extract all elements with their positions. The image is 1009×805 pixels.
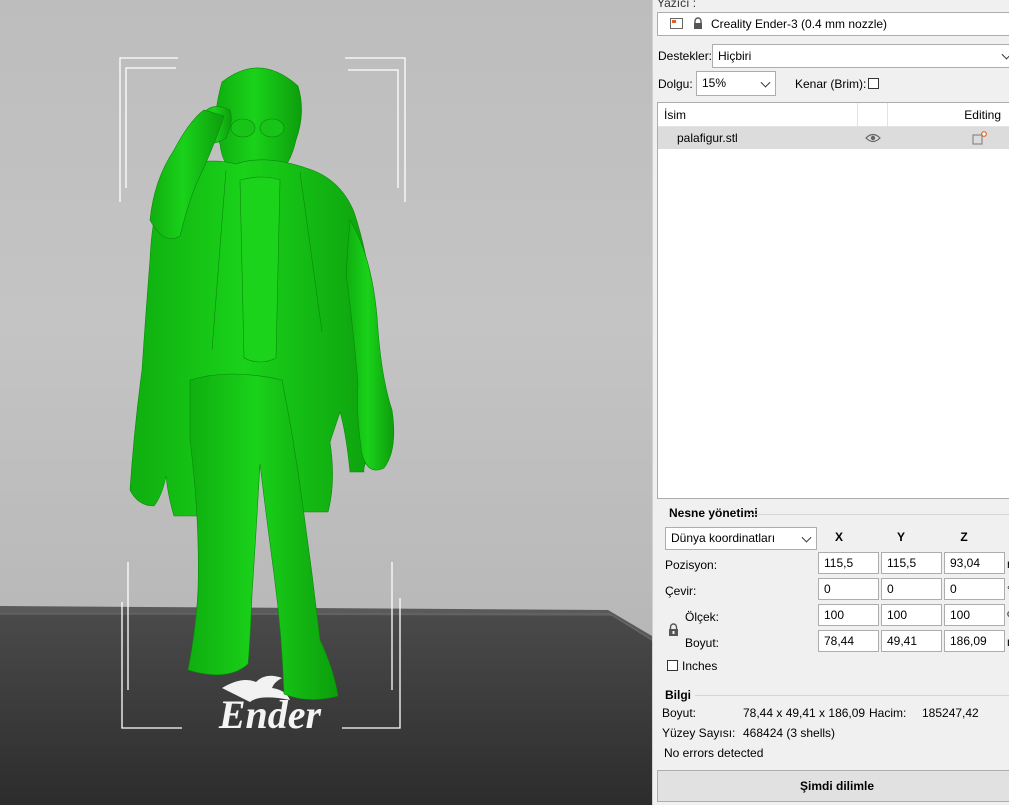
inches-checkbox[interactable] [667,660,678,671]
position-label: Pozisyon: [665,558,718,572]
slice-now-button[interactable]: Şimdi dilimle [657,770,1009,802]
supports-label: Destekler: [658,49,713,63]
scale-x-input[interactable]: 100 [818,604,879,626]
column-header-editing[interactable]: Editing [888,103,1009,127]
printer-select[interactable]: Creality Ender-3 (0.4 mm nozzle) [657,12,1009,36]
scale-label: Ölçek: [685,610,720,624]
3d-viewport[interactable]: Ender [0,0,652,805]
size-x-input[interactable]: 78,44 [818,630,879,652]
position-x-input[interactable]: 115,5 [818,552,879,574]
printer-section-label: Yazıcı : [657,0,697,10]
lock-icon[interactable] [668,623,679,637]
size-label: Boyut: [685,636,720,650]
scale-y-input[interactable]: 100 [881,604,942,626]
print-bed [0,606,652,805]
object-manipulation-title: Nesne yönetimi [669,506,758,520]
eye-icon[interactable] [865,132,881,147]
position-z-input[interactable]: 93,04 [944,552,1005,574]
lock-icon [693,17,703,30]
object-name: palafigur.stl [677,131,738,145]
column-header-visibility[interactable] [858,103,888,127]
info-title: Bilgi [665,688,691,702]
printer-icon [670,18,683,29]
scene-canvas[interactable]: Ender [0,0,652,805]
supports-value: Hiçbiri [718,49,752,63]
info-size-value: 78,44 x 49,41 x 186,09 [743,706,866,720]
scale-z-input[interactable]: 100 [944,604,1005,626]
column-header-name[interactable]: İsim [658,103,858,127]
supports-select[interactable]: Hiçbiri [712,44,1009,68]
info-volume-label: Hacim: [869,706,907,720]
position-y-input[interactable]: 115,5 [881,552,942,574]
printer-name: Creality Ender-3 (0.4 mm nozzle) [711,17,888,31]
size-z-input[interactable]: 186,09 [944,630,1005,652]
settings-panel: Yazıcı : Creality Ender-3 (0.4 mm nozzle… [652,0,1009,805]
axis-y-label: Y [896,530,905,544]
object-list[interactable]: İsim Editing palafigur.stl [657,102,1009,499]
size-y-input[interactable]: 49,41 [881,630,942,652]
infill-select[interactable]: 15% [696,71,776,96]
rotation-label: Çevir: [665,584,697,598]
infill-value: 15% [702,76,727,90]
info-size-label: Boyut: [662,706,697,720]
coordinate-system-select[interactable]: Dünya koordinatları [665,527,817,550]
axis-x-label: X [834,530,843,544]
brim-label: Kenar (Brim): [795,77,867,91]
info-facets-value: 468424 (3 shells) [743,726,836,740]
group-divider [695,695,1009,696]
rotation-z-input[interactable]: 0 [944,578,1005,600]
object-row[interactable]: palafigur.stl [658,127,1009,149]
inches-label: Inches [682,659,718,673]
info-errors: No errors detected [664,746,764,760]
axis-z-label: Z [960,530,968,544]
coordinate-system-value: Dünya koordinatları [671,531,776,545]
slice-now-label: Şimdi dilimle [799,779,874,793]
rotation-x-input[interactable]: 0 [818,578,879,600]
info-volume-value: 185247,42 [922,706,979,720]
group-divider [747,514,1009,515]
model-palafigur[interactable] [129,67,395,700]
brim-checkbox[interactable] [868,78,879,89]
edit-object-icon[interactable] [972,131,988,148]
info-facets-label: Yüzey Sayısı: [662,726,736,740]
rotation-y-input[interactable]: 0 [881,578,942,600]
infill-label: Dolgu: [658,77,693,91]
